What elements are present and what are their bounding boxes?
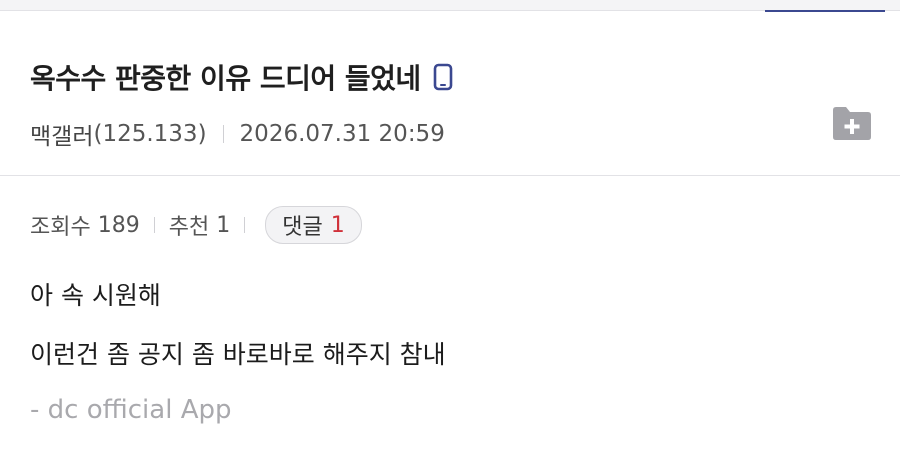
stats-divider [153,217,155,233]
save-to-folder-button[interactable] [830,104,874,144]
folder-plus-icon [833,107,871,140]
app-signature: - dc official App [30,395,232,425]
recommend-label: 추천 [168,215,210,240]
post-title-row: 옥수수 판중한 이유 드디어 들었네 [30,57,453,97]
meta-divider [222,125,224,143]
post-title: 옥수수 판중한 이유 드디어 들었네 [30,62,421,95]
post-stats: 조회수 189 추천 1 댓글 1 [30,206,362,244]
content-line: 아 속 시원해 [30,281,161,310]
writer-ip: (125.133) [93,121,207,147]
top-tab-bar [0,0,900,12]
post-date: 2026.07.31 20:59 [239,121,445,147]
active-tab-indicator[interactable] [765,0,885,12]
views-count: 189 [97,212,140,238]
phone-icon [433,63,453,91]
recommend-count: 1 [216,212,231,238]
views-label: 조회수 [30,215,91,240]
stats-divider [244,217,246,233]
comment-button[interactable]: 댓글 1 [265,206,362,244]
content-line: 이런건 좀 공지 좀 바로바로 해주지 참내 [30,340,446,369]
comment-count: 1 [330,212,345,238]
post-meta: 맥갤러 (125.133) 2026.07.31 20:59 [30,117,445,151]
header-divider [0,175,900,176]
writer-name[interactable]: 맥갤러 [30,117,93,151]
comment-label: 댓글 [282,215,323,240]
